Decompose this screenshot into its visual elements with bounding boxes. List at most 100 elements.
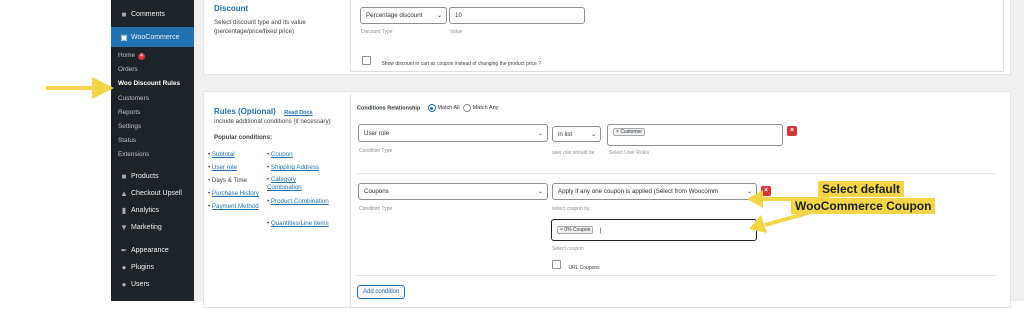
condition-2-type-value: Coupons [364, 188, 389, 195]
home-count-badge: 4 [138, 53, 145, 60]
submenu-customers[interactable]: Customers [118, 95, 149, 102]
popular-item[interactable]: • Shipping Address [267, 163, 319, 172]
chevron-down-icon: ⌄ [537, 189, 543, 195]
menu-woocommerce[interactable]: ▣ WooCommerce [111, 27, 194, 47]
condition-1-operator-label: user role should be [552, 150, 595, 156]
chevron-down-icon: ⌄ [537, 130, 543, 137]
megaphone-icon: ▼ [120, 222, 128, 232]
submenu-orders[interactable]: Orders [118, 66, 138, 73]
condition-1-operator-value: in list [558, 130, 573, 138]
discount-type-value: Percentage discount [366, 12, 423, 19]
menu-comments-label: Comments [131, 10, 165, 18]
popular-item[interactable]: • Payment Method [208, 202, 259, 211]
popular-item-label: Purchase History [211, 190, 260, 197]
menu-woocommerce-label: WooCommerce [131, 33, 180, 41]
coupon-tag[interactable]: × 0% Coupon [557, 226, 594, 234]
discount-value-label: Value [450, 29, 463, 35]
coupon-display-row: Show discount in cart as coupon instead … [362, 52, 541, 70]
match-all-radio[interactable] [427, 104, 436, 112]
discount-type-label: Discount Type [361, 29, 393, 35]
customer-tag-label: Customer [620, 129, 642, 135]
condition-2-operator-label: select coupon by [552, 206, 590, 212]
popular-item-label: User role [211, 164, 237, 171]
coupon-display-label: Show discount in cart as coupon instead … [381, 61, 541, 67]
url-coupons-checkbox[interactable] [552, 260, 561, 270]
match-any-radio[interactable] [463, 104, 472, 112]
menu-marketing[interactable]: ▼ Marketing [111, 217, 194, 237]
menu-plugins-label: Plugins [131, 263, 154, 271]
comments-icon: ■ [121, 9, 127, 19]
submenu-reports[interactable]: Reports [118, 109, 140, 116]
menu-comments[interactable]: ■ Comments [111, 4, 194, 24]
conditions-relationship: Conditions Relationship Match All Match … [357, 104, 498, 112]
condition-1-type-label: Condition Type [359, 148, 393, 154]
chevron-down-icon: ⌄ [436, 13, 442, 19]
condition-2-operator-value: Apply if any one coupon is applied (Sele… [558, 188, 719, 195]
popular-item[interactable]: • Subtotal [208, 150, 235, 159]
chevron-down-icon: ⌄ [590, 131, 596, 138]
popular-item-label: Product Combination [270, 198, 329, 205]
admin-sidebar: ■ Comments ▣ WooCommerce Home 4 Orders Wo… [111, 0, 194, 301]
popular-item-label: Subtotal [211, 151, 235, 158]
match-all-option[interactable]: Match All [427, 104, 460, 112]
popular-item-label: Days & Time [211, 177, 247, 184]
add-condition-button[interactable]: Add condition [357, 285, 406, 299]
brush-icon: ✒ [120, 245, 128, 255]
condition-2-coupon-select[interactable]: × 0% Coupon | [551, 219, 757, 241]
popular-item[interactable]: • User role [208, 163, 237, 172]
url-coupons-row: URL Coupons [552, 256, 600, 274]
condition-1-type-select[interactable]: User role ⌄ [358, 124, 548, 142]
users-icon: ● [121, 279, 127, 289]
condition-2-value-label: Select coupon [552, 246, 584, 252]
condition-2-operator-select[interactable]: Apply if any one coupon is applied (Sele… [552, 183, 757, 200]
condition-2-type-label: Condition Type [359, 206, 393, 212]
read-docs-link[interactable]: Read Docs [284, 110, 312, 116]
menu-users[interactable]: ● Users [111, 274, 194, 294]
popular-item-label: Category Combination [267, 176, 302, 191]
popular-item[interactable]: • Coupon [267, 150, 293, 159]
rules-title: Rules (Optional) [214, 107, 276, 116]
condition-1-value-label: Select User Roles [609, 150, 650, 156]
popular-item[interactable]: • Quantities/Line items [267, 220, 329, 228]
popular-item-label: Coupon [270, 151, 293, 158]
submenu-woo-discount-rules[interactable]: Woo Discount Rules [118, 80, 180, 87]
submenu-extensions[interactable]: Extensions [118, 151, 149, 158]
popular-item-label: Payment Method [211, 203, 259, 210]
woocommerce-icon: ▣ [120, 32, 128, 42]
condition-1-value-select[interactable]: × Customer [607, 124, 783, 146]
popular-item-label: Quantities/Line items [270, 220, 329, 227]
submenu-settings[interactable]: Settings [118, 123, 141, 130]
match-any-label: Match Any [472, 105, 499, 112]
condition-1-operator-select[interactable]: in list ⌄ [552, 126, 601, 142]
callout-line-1: Select default [818, 181, 905, 197]
rules-description: Include additional conditions (if necess… [214, 118, 331, 125]
popular-item[interactable]: • Category Combination [267, 176, 329, 192]
callout-line-2: WooCommerce Coupon [791, 198, 936, 214]
coupon-display-checkbox[interactable] [362, 56, 371, 66]
pointer-arrow-icon [46, 77, 114, 99]
menu-products-label: Products [131, 172, 159, 180]
discount-panel: Discount Select discount type and its va… [203, 0, 1011, 75]
submenu-status[interactable]: Status [118, 137, 136, 144]
discount-value-input[interactable]: 10 [449, 7, 585, 24]
condition-1-type-value: User role [364, 129, 390, 137]
text-cursor: | [599, 226, 602, 234]
relationship-label: Conditions Relationship [357, 105, 421, 112]
products-icon: ■ [121, 171, 127, 181]
discount-type-select[interactable]: Percentage discount ⌄ [360, 7, 447, 24]
submenu-home-label: Home [118, 52, 136, 59]
url-coupons-label: URL Coupons [568, 265, 600, 271]
match-any-option[interactable]: Match Any [463, 104, 499, 112]
popular-item[interactable]: • Purchase History [208, 189, 259, 198]
customer-tag[interactable]: × Customer [613, 128, 645, 136]
cart-icon: ▲ [120, 188, 128, 198]
match-all-label: Match All [437, 105, 460, 112]
analytics-icon: ▮ [121, 205, 127, 215]
popular-item[interactable]: • Days & Time [208, 176, 247, 185]
condition-2-type-select[interactable]: Coupons ⌄ [358, 183, 548, 200]
menu-appearance-label: Appearance [131, 246, 169, 254]
remove-condition-1-button[interactable]: × [787, 126, 797, 136]
popular-item-label: Shipping Address [270, 164, 320, 171]
submenu-home[interactable]: Home 4 [118, 52, 145, 60]
popular-item[interactable]: • Product Combination [267, 198, 329, 206]
